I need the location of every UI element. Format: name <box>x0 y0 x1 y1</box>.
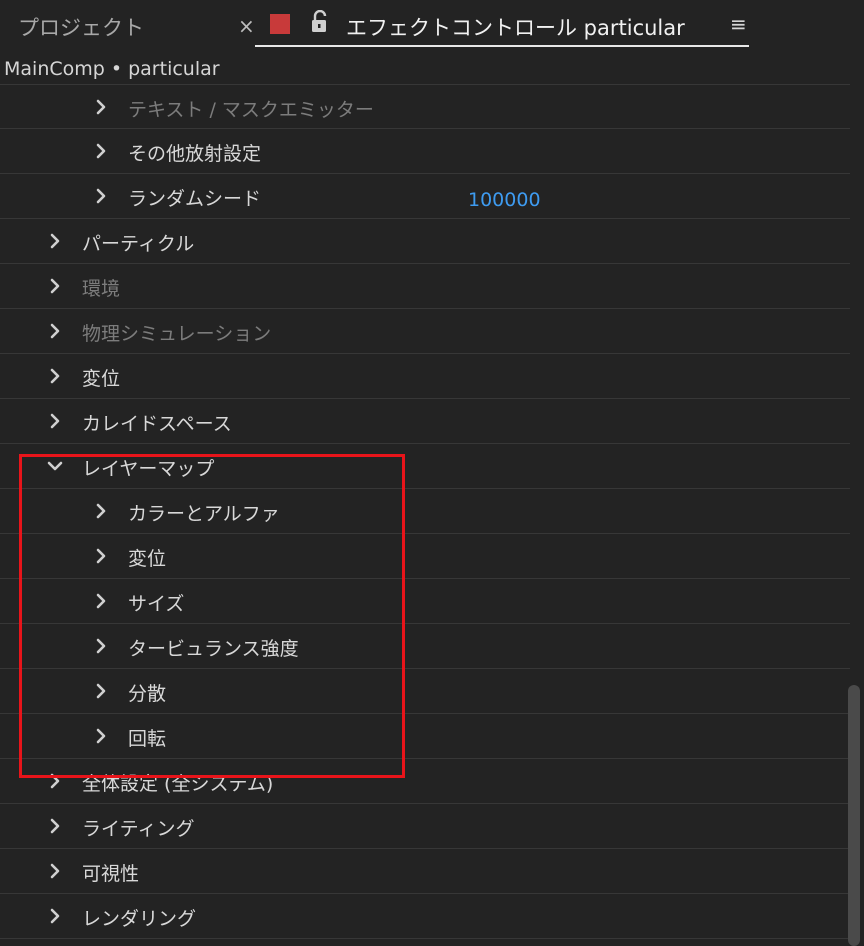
chevron-right-icon[interactable] <box>93 143 109 159</box>
chevron-right-icon[interactable] <box>93 188 109 204</box>
panel-tab-bar: プロジェクト × エフェクトコントロール particular ≡ <box>0 0 864 52</box>
property-row[interactable]: 回転 <box>0 714 850 759</box>
close-icon[interactable]: × <box>238 14 255 38</box>
property-label: レイヤーマップ <box>82 458 215 480</box>
property-label: 回転 <box>128 728 167 750</box>
property-label: ランダムシード <box>128 188 262 210</box>
chevron-right-icon[interactable] <box>47 863 63 879</box>
chevron-right-icon[interactable] <box>93 638 109 654</box>
property-row[interactable]: ランダムシード 100000 <box>0 174 850 219</box>
tab-project[interactable]: プロジェクト <box>18 12 144 42</box>
property-label: ライティング <box>82 818 195 840</box>
chevron-right-icon[interactable] <box>47 278 63 294</box>
chevron-right-icon[interactable] <box>93 683 109 699</box>
property-row[interactable]: カレイドスペース <box>0 399 850 444</box>
chevron-right-icon[interactable] <box>47 413 63 429</box>
property-label: タービュランス強度 <box>128 638 299 660</box>
property-label: 変位 <box>82 368 121 390</box>
chevron-right-icon[interactable] <box>93 728 109 744</box>
property-row[interactable]: 全体設定 (全システム) <box>0 759 850 804</box>
label-color-swatch[interactable] <box>270 14 290 34</box>
panel-menu-icon[interactable]: ≡ <box>730 12 747 36</box>
chevron-right-icon[interactable] <box>93 548 109 564</box>
property-label: カラーとアルファ <box>128 503 280 525</box>
property-label: その他放射設定 <box>128 143 262 165</box>
active-tab-indicator <box>255 45 749 47</box>
property-row[interactable]: その他放射設定 <box>0 129 850 174</box>
chevron-right-icon[interactable] <box>47 368 63 384</box>
vertical-scrollbar[interactable] <box>848 685 860 946</box>
property-row[interactable]: 変位 <box>0 354 850 399</box>
property-label: レンダリング <box>82 908 197 930</box>
chevron-right-icon[interactable] <box>47 233 63 249</box>
property-row[interactable]: タービュランス強度 <box>0 624 850 669</box>
breadcrumb: MainComp • particular <box>4 58 220 80</box>
property-row[interactable]: 物理シミュレーション <box>0 309 850 354</box>
property-label: 可視性 <box>82 863 140 885</box>
property-value[interactable]: 100000 <box>468 189 541 211</box>
property-label: パーティクル <box>82 233 195 255</box>
chevron-right-icon[interactable] <box>47 773 63 789</box>
property-label: 物理シミュレーション <box>82 323 272 345</box>
chevron-right-icon[interactable] <box>47 323 63 339</box>
chevron-right-icon[interactable] <box>47 818 63 834</box>
property-row[interactable]: パーティクル <box>0 219 850 264</box>
property-row[interactable]: ライティング <box>0 804 850 849</box>
property-row[interactable]: レイヤーマップ <box>0 444 850 489</box>
property-label: 全体設定 (全システム) <box>82 773 274 795</box>
property-row[interactable]: 可視性 <box>0 849 850 894</box>
property-label: サイズ <box>128 593 185 615</box>
property-row[interactable]: サイズ <box>0 579 850 624</box>
property-label: 変位 <box>128 548 167 570</box>
chevron-right-icon[interactable] <box>47 908 63 924</box>
effect-property-list: テキスト / マスクエミッター その他放射設定 ランダムシード 100000 パーティク… <box>0 84 850 939</box>
unlock-icon[interactable] <box>309 10 331 34</box>
chevron-right-icon[interactable] <box>93 99 109 115</box>
tab-effect-controls[interactable]: エフェクトコントロール particular <box>346 12 685 42</box>
property-label: 環境 <box>82 278 121 300</box>
property-label: 分散 <box>128 683 167 705</box>
property-row[interactable]: 分散 <box>0 669 850 714</box>
property-label: カレイドスペース <box>82 413 232 435</box>
chevron-right-icon[interactable] <box>93 593 109 609</box>
property-row[interactable]: レンダリング <box>0 894 850 939</box>
chevron-down-icon[interactable] <box>47 458 63 474</box>
property-row[interactable]: 環境 <box>0 264 850 309</box>
property-row[interactable]: テキスト / マスクエミッター <box>0 84 850 129</box>
chevron-right-icon[interactable] <box>93 503 109 519</box>
property-label: テキスト / マスクエミッター <box>128 99 374 121</box>
property-row[interactable]: 変位 <box>0 534 850 579</box>
property-row[interactable]: カラーとアルファ <box>0 489 850 534</box>
